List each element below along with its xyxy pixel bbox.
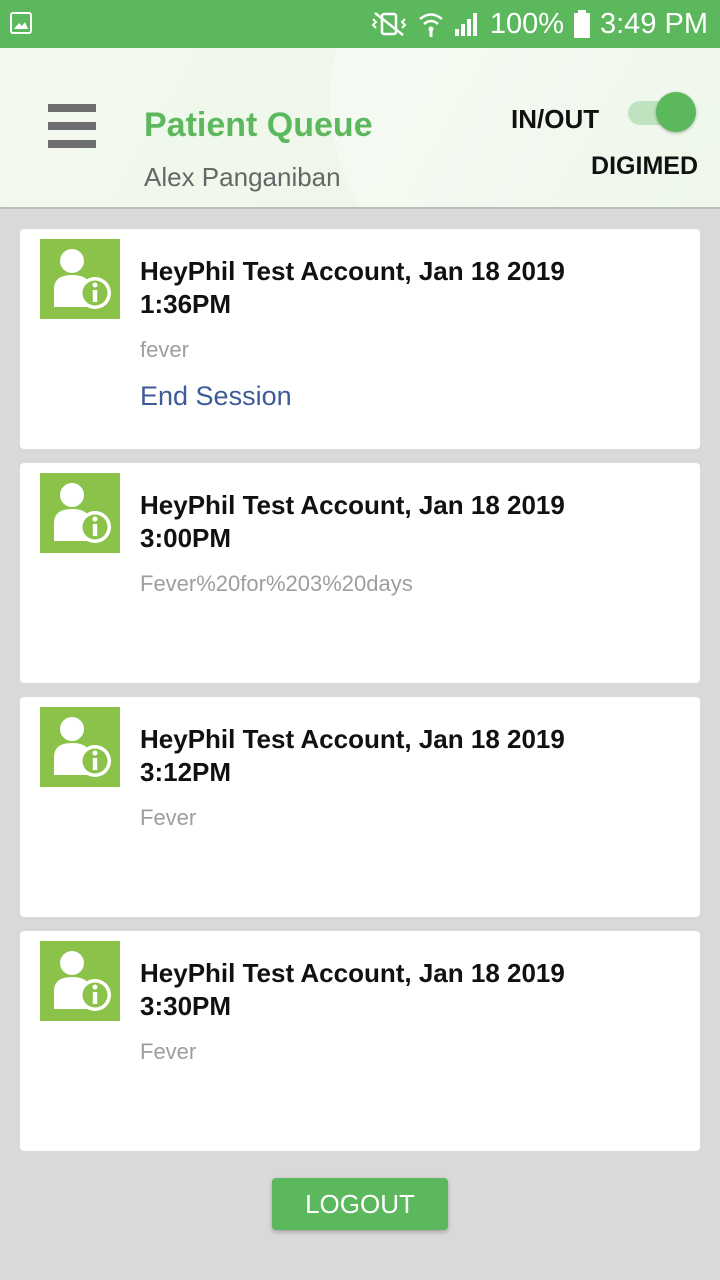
patient-name-line1: HeyPhil Test Account, Jan 18 2019 <box>140 490 565 520</box>
clock: 3:49 PM <box>600 7 708 40</box>
patient-info-icon <box>40 941 120 1021</box>
toggle-thumb <box>656 92 696 132</box>
in-out-toggle[interactable] <box>626 92 696 132</box>
chief-complaint: Fever <box>140 1039 197 1064</box>
user-name: Alex Panganiban <box>144 162 341 192</box>
logout-button[interactable]: LOGOUT <box>272 1178 448 1230</box>
patient-time: 3:30PM <box>140 991 232 1021</box>
patient-info-icon <box>40 473 120 553</box>
chief-complaint: fever <box>140 337 189 362</box>
patient-name: HeyPhil Test Account, Jan 18 2019 3:00PM <box>140 489 680 555</box>
patient-name-line1: HeyPhil Test Account, Jan 18 2019 <box>140 958 565 988</box>
signal-icon <box>454 13 477 36</box>
queue-card[interactable]: HeyPhil Test Account, Jan 18 2019 3:30PM… <box>20 931 700 1151</box>
end-session-link[interactable]: End Session <box>140 381 292 412</box>
hamburger-menu-icon[interactable] <box>46 102 98 154</box>
patient-name-line1: HeyPhil Test Account, Jan 18 2019 <box>140 256 565 286</box>
patient-info-icon <box>40 239 120 319</box>
battery-percent: 100% <box>489 7 564 40</box>
chief-complaint: Fever%20for%203%20days <box>140 571 413 596</box>
page-title: Patient Queue <box>144 106 373 144</box>
wifi-icon <box>419 13 443 37</box>
patient-time: 3:12PM <box>140 757 232 787</box>
in-out-label: IN/OUT <box>511 104 600 134</box>
battery-icon <box>574 10 590 38</box>
queue-card[interactable]: HeyPhil Test Account, Jan 18 2019 1:36PM… <box>20 229 700 449</box>
patient-time: 1:36PM <box>140 289 232 319</box>
queue-card[interactable]: HeyPhil Test Account, Jan 18 2019 3:12PM… <box>20 697 700 917</box>
status-bar: 100% 3:49 PM <box>0 0 720 48</box>
brand-label: DIGIMED <box>591 152 698 180</box>
patient-time: 3:00PM <box>140 523 232 553</box>
vibrate-mute-icon <box>371 12 407 36</box>
chief-complaint: Fever <box>140 805 197 830</box>
gallery-icon <box>10 12 32 34</box>
patient-name: HeyPhil Test Account, Jan 18 2019 3:30PM <box>140 957 680 1023</box>
patient-name: HeyPhil Test Account, Jan 18 2019 3:12PM <box>140 723 680 789</box>
patient-info-icon <box>40 707 120 787</box>
queue-card[interactable]: HeyPhil Test Account, Jan 18 2019 3:00PM… <box>20 463 700 683</box>
patient-name-line1: HeyPhil Test Account, Jan 18 2019 <box>140 724 565 754</box>
app-header: Patient Queue Alex Panganiban IN/OUT DIG… <box>0 48 720 209</box>
patient-name: HeyPhil Test Account, Jan 18 2019 1:36PM <box>140 255 680 321</box>
